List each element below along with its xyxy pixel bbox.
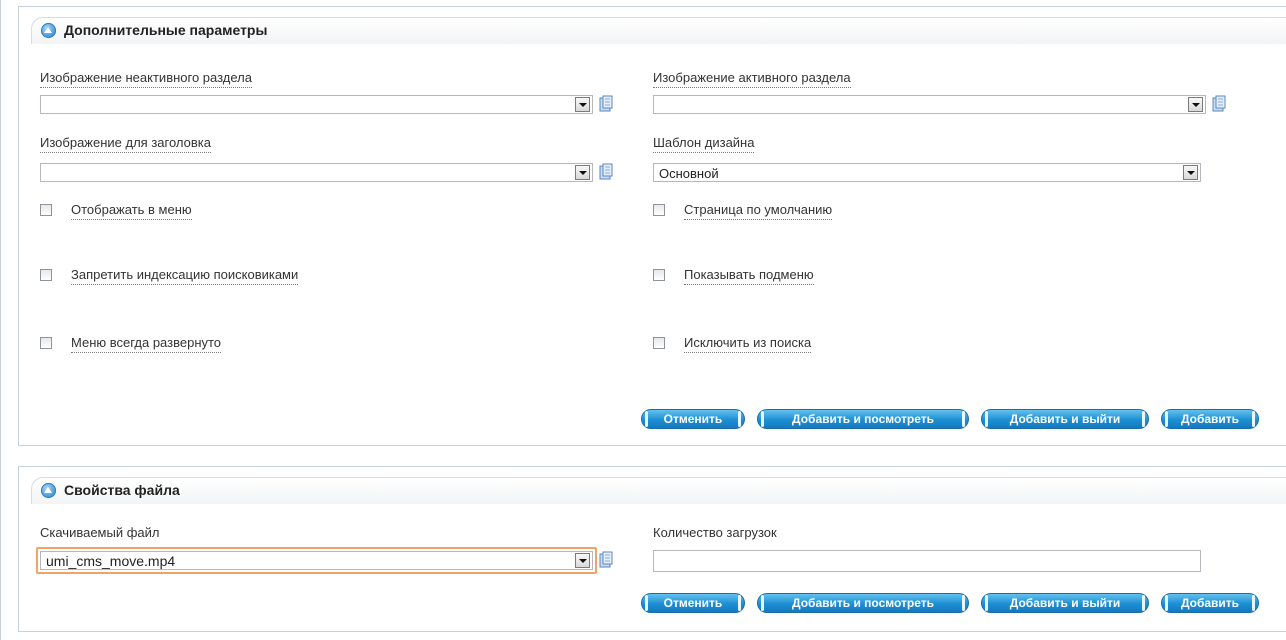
panel-title: Свойства файла [64, 482, 180, 498]
active-image-select[interactable] [653, 95, 1206, 114]
file-browse-icon[interactable] [599, 95, 613, 112]
file-browse-icon[interactable] [599, 163, 613, 180]
show-in-menu-label[interactable]: Отображать в меню [71, 202, 192, 220]
design-template-label: Шаблон дизайна [653, 135, 755, 153]
inactive-image-select[interactable] [40, 95, 593, 114]
download-count-input[interactable] [653, 550, 1201, 572]
add-and-view-button[interactable]: Добавить и посмотреть [757, 593, 969, 613]
active-image-label: Изображение активного раздела [653, 70, 851, 88]
inactive-image-label: Изображение неактивного раздела [40, 70, 252, 88]
add-and-exit-button[interactable]: Добавить и выйти [981, 409, 1149, 429]
collapse-arrow-icon[interactable] [41, 23, 56, 38]
disable-indexing-checkbox[interactable] [40, 269, 52, 281]
default-page-label[interactable]: Страница по умолчанию [684, 202, 833, 220]
download-file-label: Скачиваемый файл [40, 525, 160, 540]
file-properties-panel: Свойства файла Скачиваемый файл umi_cms_… [18, 466, 1286, 632]
page-left-border [0, 0, 1, 640]
header-image-select[interactable] [40, 163, 593, 182]
chevron-down-icon[interactable] [1183, 165, 1198, 180]
additional-params-header[interactable]: Дополнительные параметры [31, 17, 1286, 44]
file-browse-icon[interactable] [1212, 95, 1226, 112]
chevron-down-icon[interactable] [575, 165, 590, 180]
design-template-value: Основной [659, 166, 719, 181]
show-in-menu-checkbox[interactable] [40, 204, 52, 216]
add-button[interactable]: Добавить [1161, 409, 1259, 429]
download-count-label: Количество загрузок [653, 525, 777, 540]
default-page-checkbox[interactable] [653, 204, 665, 216]
collapse-arrow-icon[interactable] [41, 483, 56, 498]
cancel-button[interactable]: Отменить [641, 409, 745, 429]
menu-expanded-checkbox[interactable] [40, 337, 52, 349]
chevron-down-icon[interactable] [1188, 97, 1203, 112]
design-template-select[interactable]: Основной [653, 163, 1201, 182]
panel-title: Дополнительные параметры [64, 22, 268, 38]
download-file-select[interactable]: umi_cms_move.mp4 [40, 551, 593, 570]
disable-indexing-label[interactable]: Запретить индексацию поисковиками [71, 267, 299, 285]
add-button[interactable]: Добавить [1161, 593, 1259, 613]
show-submenu-checkbox[interactable] [653, 269, 665, 281]
download-file-value: umi_cms_move.mp4 [46, 553, 176, 569]
additional-params-panel: Дополнительные параметры Изображение неа… [18, 6, 1286, 446]
exclude-search-label[interactable]: Исключить из поиска [684, 335, 812, 353]
chevron-down-icon[interactable] [575, 97, 590, 112]
file-browse-icon[interactable] [599, 551, 613, 568]
show-submenu-label[interactable]: Показывать подменю [684, 267, 814, 285]
add-and-view-button[interactable]: Добавить и посмотреть [757, 409, 969, 429]
menu-expanded-label[interactable]: Меню всегда развернуто [71, 335, 222, 353]
add-and-exit-button[interactable]: Добавить и выйти [981, 593, 1149, 613]
header-image-label: Изображение для заголовка [40, 135, 211, 153]
exclude-search-checkbox[interactable] [653, 337, 665, 349]
file-properties-header[interactable]: Свойства файла [31, 477, 1286, 504]
chevron-down-icon[interactable] [575, 553, 590, 568]
cancel-button[interactable]: Отменить [641, 593, 745, 613]
